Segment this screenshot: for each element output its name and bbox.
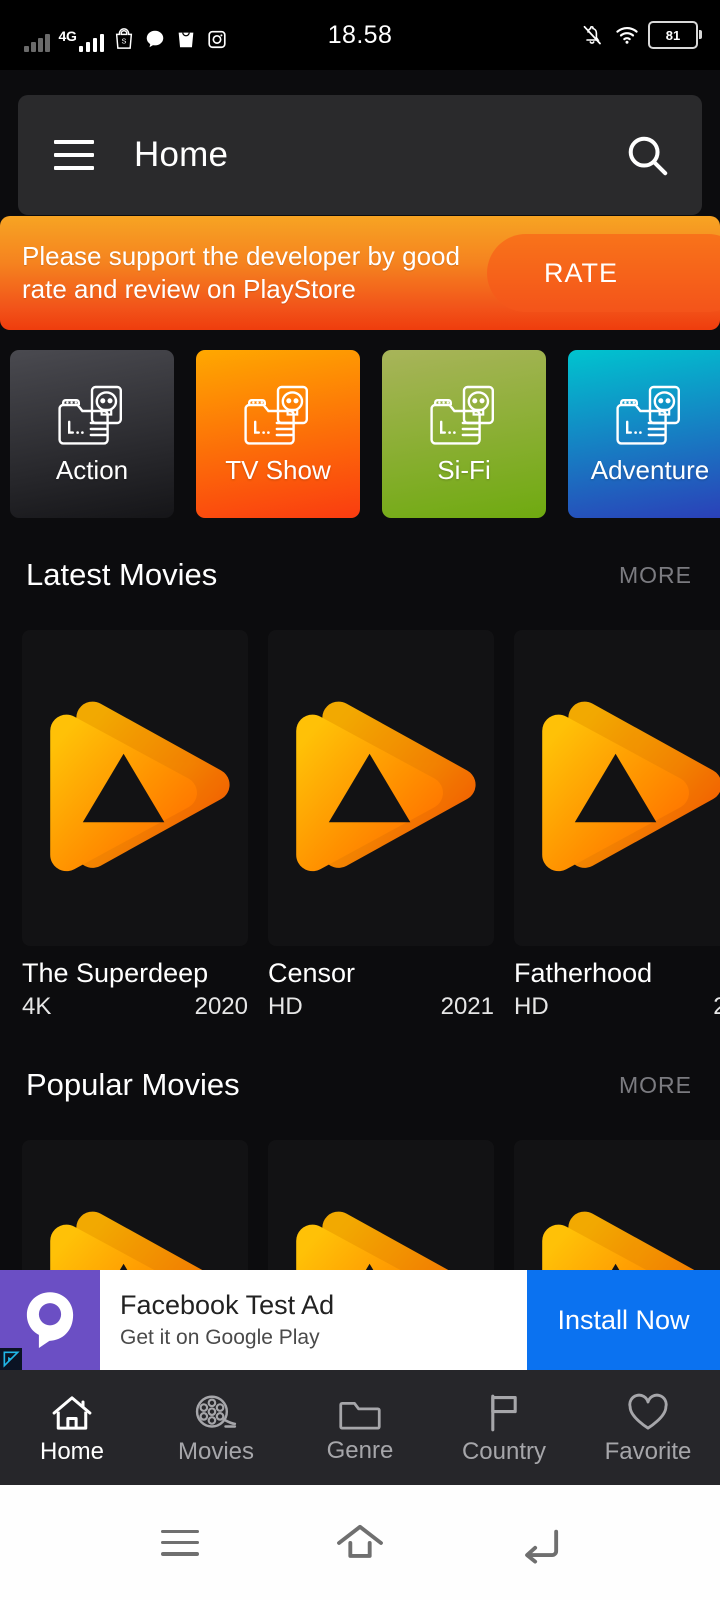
section-title: Latest Movies bbox=[26, 557, 218, 592]
ad-banner[interactable]: Facebook Test Ad Get it on Google Play I… bbox=[0, 1270, 720, 1370]
movie-title: Censor bbox=[268, 958, 356, 988]
nav-item-movies[interactable]: Movies bbox=[144, 1392, 288, 1464]
ad-install-button[interactable]: Install Now bbox=[527, 1270, 720, 1370]
nav-item-label: Favorite bbox=[604, 1437, 692, 1465]
movie-meta: HD 20 bbox=[514, 993, 720, 1021]
nav-item-genre[interactable]: Genre bbox=[288, 1393, 432, 1463]
rate-button[interactable]: RATE bbox=[487, 234, 720, 312]
movie-poster[interactable] bbox=[22, 630, 248, 946]
page-title: Home bbox=[134, 135, 229, 174]
ad-subtitle: Get it on Google Play bbox=[120, 1326, 320, 1350]
movie-poster[interactable] bbox=[514, 630, 720, 946]
nav-item-label: Country bbox=[461, 1437, 547, 1465]
play-triangle-logo-icon bbox=[283, 682, 479, 894]
play-triangle-logo-icon bbox=[37, 682, 233, 894]
category-card[interactable]: TV Show bbox=[196, 350, 360, 518]
movie-year: 20 bbox=[713, 993, 720, 1020]
wifi-icon bbox=[614, 23, 638, 47]
movie-poster[interactable] bbox=[268, 630, 494, 946]
movie-card[interactable]: Censor HD 2021 bbox=[268, 630, 494, 1021]
nav-item-favorite[interactable]: Favorite bbox=[576, 1392, 720, 1464]
silent-bell-icon bbox=[580, 23, 602, 47]
section-header-latest: Latest Movies MORE bbox=[0, 545, 720, 605]
movie-quality: 4K bbox=[22, 993, 52, 1020]
movie-title: Fatherhood bbox=[514, 958, 653, 988]
category-label: TV Show bbox=[225, 454, 331, 485]
section-title: Popular Movies bbox=[26, 1067, 240, 1102]
home-outline-icon[interactable] bbox=[320, 1513, 400, 1573]
category-card[interactable]: Si-Fi bbox=[382, 350, 546, 518]
adchoices-icon[interactable] bbox=[0, 1348, 22, 1370]
rate-banner-message: Please support the developer by good rat… bbox=[22, 240, 460, 304]
movie-year: 2020 bbox=[194, 993, 248, 1020]
facebook-audience-network-icon bbox=[0, 1270, 100, 1370]
folder-skull-icon bbox=[56, 383, 128, 451]
play-triangle-logo-icon bbox=[529, 682, 720, 894]
movie-card[interactable]: The Superdeep 4K 2020 bbox=[22, 630, 248, 1021]
movie-year: 2021 bbox=[440, 993, 494, 1020]
android-system-navigation bbox=[0, 1485, 720, 1600]
movie-meta: HD 2021 bbox=[268, 993, 494, 1021]
ad-title: Facebook Test Ad bbox=[120, 1289, 335, 1320]
movie-meta: 4K 2020 bbox=[22, 993, 248, 1021]
nav-item-country[interactable]: Country bbox=[432, 1392, 576, 1464]
category-label: Action bbox=[55, 454, 129, 485]
hamburger-menu-icon[interactable] bbox=[54, 140, 94, 170]
category-label: Si-Fi bbox=[437, 454, 491, 485]
battery-icon: 81 bbox=[648, 21, 702, 49]
more-link[interactable]: MORE bbox=[619, 562, 692, 589]
app-bar-container: Home bbox=[0, 70, 720, 216]
flag-icon bbox=[483, 1392, 525, 1434]
status-bar-right-icons: 81 bbox=[580, 21, 702, 49]
category-row[interactable]: Action TV Show Si-Fi Adventure bbox=[0, 350, 720, 520]
rate-banner: Please support the developer by good rat… bbox=[0, 216, 720, 330]
recents-menu-icon[interactable] bbox=[140, 1513, 220, 1573]
movie-title: The Superdeep bbox=[22, 958, 209, 988]
status-bar: 4G S 18.58 81 bbox=[0, 0, 720, 70]
app-bar: Home bbox=[18, 95, 702, 215]
nav-item-label: Genre bbox=[326, 1436, 394, 1464]
search-icon[interactable] bbox=[624, 132, 670, 178]
nav-item-home[interactable]: Home bbox=[0, 1392, 144, 1464]
house-icon bbox=[50, 1392, 94, 1434]
movie-card[interactable]: Fatherhood HD 20 bbox=[514, 630, 720, 1021]
category-label: Adventure bbox=[590, 454, 710, 485]
movie-quality: HD bbox=[268, 993, 303, 1020]
folder-skull-icon bbox=[428, 383, 500, 451]
movie-quality: HD bbox=[514, 993, 549, 1020]
bottom-navigation: Home Movies Genre Country Favorite bbox=[0, 1370, 720, 1485]
folder-skull-icon bbox=[614, 383, 686, 451]
movie-row-latest[interactable]: The Superdeep 4K 2020 Censor HD 2021 Fatherhoo… bbox=[0, 630, 720, 1021]
back-arrow-icon[interactable] bbox=[500, 1513, 580, 1573]
ad-text-block: Facebook Test Ad Get it on Google Play bbox=[100, 1270, 527, 1370]
section-header-popular: Popular Movies MORE bbox=[0, 1055, 720, 1115]
category-card[interactable]: Action bbox=[10, 350, 174, 518]
film-reel-icon bbox=[193, 1392, 239, 1434]
battery-percent-label: 81 bbox=[665, 27, 681, 43]
more-link[interactable]: MORE bbox=[619, 1072, 692, 1099]
nav-item-label: Movies bbox=[177, 1437, 255, 1465]
nav-item-label: Home bbox=[39, 1437, 105, 1465]
folder-icon bbox=[338, 1393, 382, 1433]
phone-screen: 4G S 18.58 81 Home Please support the de… bbox=[0, 0, 720, 1600]
category-card[interactable]: Adventure bbox=[568, 350, 720, 518]
heart-icon bbox=[626, 1392, 670, 1434]
folder-skull-icon bbox=[242, 383, 314, 451]
